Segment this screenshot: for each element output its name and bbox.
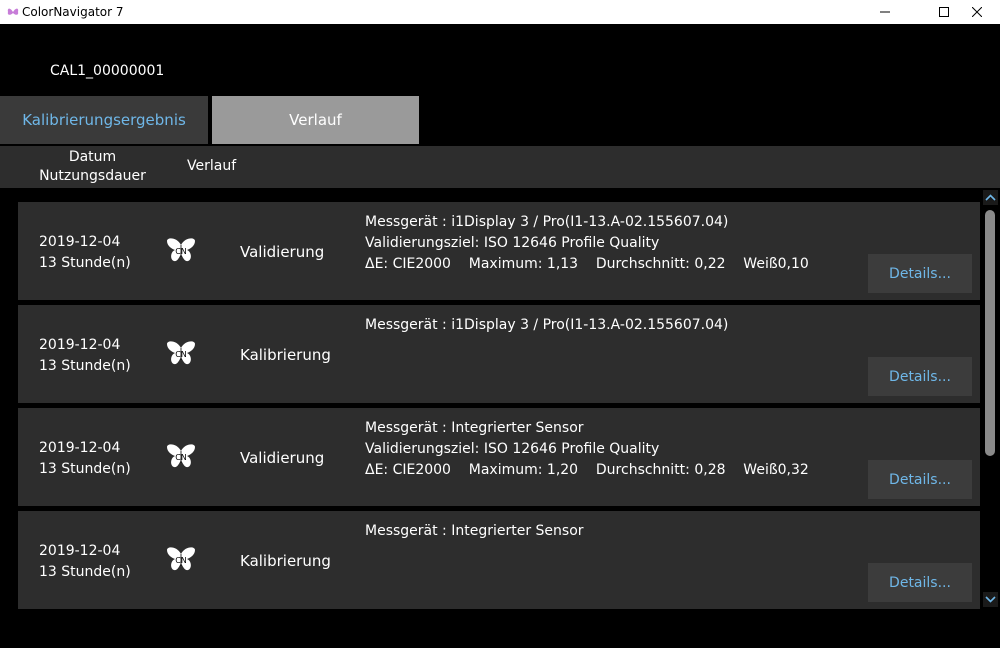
row-details: Messgerät : i1Display 3 / Pro(I1-13.A-02… [365,214,809,272]
title-bar: ColorNavigator 7 [0,0,1000,24]
scroll-thumb[interactable] [985,210,995,456]
svg-text:CN: CN [175,453,187,462]
column-header-history: Verlauf [187,158,237,174]
details-button[interactable]: Details... [868,460,972,499]
device-name: CAL1_00000001 [50,63,165,79]
minimize-button[interactable] [862,0,908,24]
scroll-up-button[interactable] [983,190,998,205]
row-type: Validierung [240,449,325,467]
cn-butterfly-icon: CN [167,341,195,365]
row-date: 2019-12-04 13 Stunde(n) [39,234,131,271]
maximize-icon [939,7,949,17]
tab-history[interactable]: Verlauf [212,96,419,144]
list-header: Datum Nutzungsdauer Verlauf [0,146,1000,188]
colornavigator-app-icon [7,8,19,15]
close-icon [972,7,982,17]
row-type: Kalibrierung [240,552,331,570]
cn-butterfly-icon: CN [167,444,195,468]
row-date: 2019-12-04 13 Stunde(n) [39,543,131,580]
cn-butterfly-icon: CN [167,547,195,571]
row-type: Validierung [240,243,325,261]
vertical-scrollbar[interactable] [981,190,1000,610]
row-type: Kalibrierung [240,346,331,364]
scroll-down-button[interactable] [983,592,998,607]
row-details: Messgerät : Integrierter Sensor [365,523,584,539]
row-details: Messgerät : Integrierter Sensor Validier… [365,420,809,478]
window-title: ColorNavigator 7 [22,5,124,19]
close-button[interactable] [954,0,1000,24]
cn-butterfly-icon: CN [167,238,195,262]
row-date: 2019-12-04 13 Stunde(n) [39,337,131,374]
minimize-icon [880,11,890,13]
chevron-down-icon [985,596,996,603]
details-button[interactable]: Details... [868,254,972,293]
row-date: 2019-12-04 13 Stunde(n) [39,440,131,477]
svg-text:CN: CN [175,247,187,256]
svg-text:CN: CN [175,350,187,359]
tab-calibration-result[interactable]: Kalibrierungsergebnis [0,96,208,144]
svg-text:CN: CN [175,556,187,565]
column-header-date: Datum Nutzungsdauer [39,149,146,184]
chevron-up-icon [985,194,996,201]
history-list: 2019-12-04 13 Stunde(n) CN Validierung M… [18,202,980,610]
history-row: 2019-12-04 13 Stunde(n) CN Kalibrierung … [18,511,980,609]
history-row: 2019-12-04 13 Stunde(n) CN Validierung M… [18,202,980,300]
details-button[interactable]: Details... [868,357,972,396]
row-details: Messgerät : i1Display 3 / Pro(I1-13.A-02… [365,317,729,333]
history-row: 2019-12-04 13 Stunde(n) CN Validierung M… [18,408,980,506]
history-row: 2019-12-04 13 Stunde(n) CN Kalibrierung … [18,305,980,403]
details-button[interactable]: Details... [868,563,972,602]
